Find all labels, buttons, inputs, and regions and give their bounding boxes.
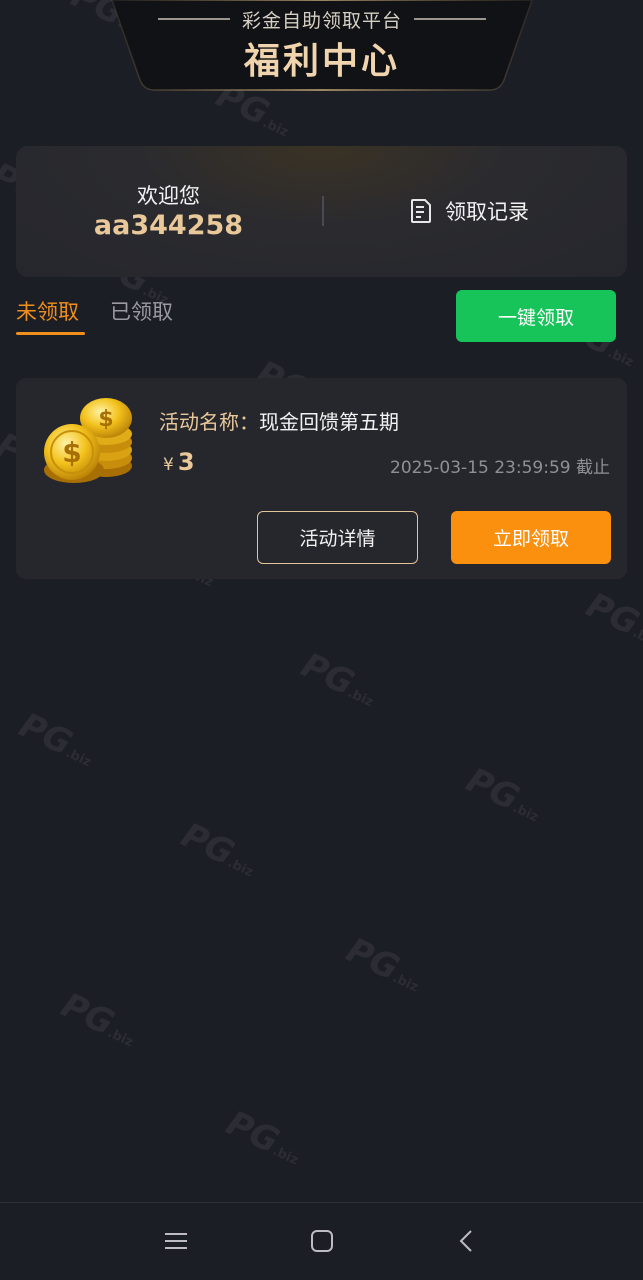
watermark: PG.biz	[340, 930, 421, 996]
document-icon	[411, 199, 431, 223]
currency-symbol: ¥	[163, 455, 174, 475]
activity-card: $ $ 活动名称：现金回馈第五期 ¥3 2025-03-15 23:59:59 …	[16, 378, 627, 579]
claim-record-button[interactable]: 领取记录	[409, 194, 549, 228]
amount-value: 3	[177, 448, 195, 476]
watermark: PG.biz	[220, 1103, 301, 1169]
tab-unclaimed[interactable]: 未领取	[16, 296, 79, 326]
watermark: PG.biz	[295, 645, 376, 711]
watermark: PG.biz	[175, 815, 256, 881]
menu-icon[interactable]	[164, 1229, 188, 1253]
welcome-label: 欢迎您	[137, 184, 200, 208]
tab-claimed[interactable]: 已领取	[110, 296, 173, 326]
header-banner: 彩金自助领取平台 福利中心	[106, 0, 538, 92]
watermark: PG.biz	[55, 985, 136, 1051]
one-click-claim-button[interactable]: 一键领取	[456, 290, 616, 342]
deadline-text: 2025-03-15 23:59:59 截止	[390, 458, 610, 478]
activity-name-label: 活动名称：	[159, 410, 259, 434]
claim-now-button[interactable]: 立即领取	[451, 511, 611, 564]
username: aa344258	[93, 210, 244, 241]
coins-icon: $ $	[44, 398, 132, 483]
back-icon[interactable]	[455, 1229, 479, 1253]
system-nav-bar	[0, 1202, 643, 1280]
header-subtitle: 彩金自助领取平台	[241, 10, 402, 32]
svg-text:$: $	[62, 436, 81, 469]
watermark: PG.biz	[13, 705, 94, 771]
welcome-card: 欢迎您 aa344258 领取记录	[16, 146, 627, 277]
watermark: PG.biz	[460, 760, 541, 826]
activity-name: 活动名称：现金回馈第五期	[159, 406, 399, 435]
page-title: 福利中心	[243, 41, 400, 82]
user-info: 欢迎您 aa344258	[16, 146, 321, 277]
home-icon[interactable]	[310, 1229, 334, 1253]
activity-details-button[interactable]: 活动详情	[257, 511, 418, 564]
claim-record-label: 领取记录	[445, 200, 529, 224]
watermark: PG.biz	[580, 585, 643, 651]
divider	[322, 196, 324, 226]
svg-text:$: $	[98, 407, 113, 432]
reward-amount: ¥3	[163, 448, 195, 476]
active-tab-indicator	[16, 332, 85, 335]
activity-name-value: 现金回馈第五期	[259, 410, 399, 434]
